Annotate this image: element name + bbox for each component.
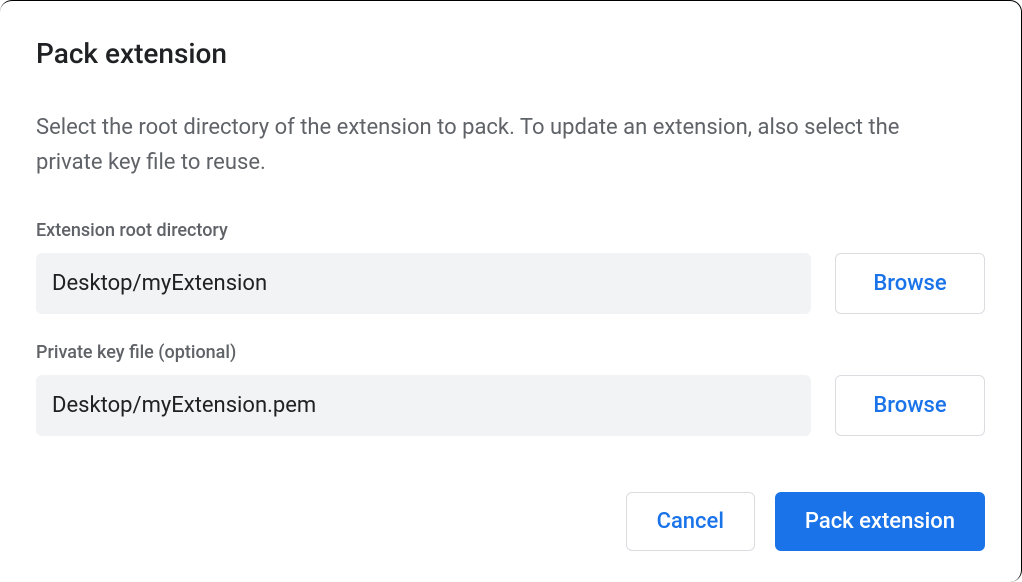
dialog-actions: Cancel Pack extension bbox=[36, 492, 985, 551]
private-key-field-group: Private key file (optional) Browse bbox=[36, 342, 985, 436]
root-directory-browse-button[interactable]: Browse bbox=[835, 253, 985, 314]
root-directory-field-group: Extension root directory Browse bbox=[36, 220, 985, 314]
private-key-label: Private key file (optional) bbox=[36, 342, 985, 363]
pack-extension-dialog: Pack extension Select the root directory… bbox=[0, 0, 1022, 582]
root-directory-label: Extension root directory bbox=[36, 220, 985, 241]
cancel-button[interactable]: Cancel bbox=[626, 492, 755, 551]
private-key-row: Browse bbox=[36, 375, 985, 436]
pack-extension-button[interactable]: Pack extension bbox=[775, 492, 985, 551]
root-directory-input[interactable] bbox=[36, 253, 811, 314]
private-key-input[interactable] bbox=[36, 375, 811, 436]
dialog-description: Select the root directory of the extensi… bbox=[36, 110, 956, 180]
root-directory-row: Browse bbox=[36, 253, 985, 314]
private-key-browse-button[interactable]: Browse bbox=[835, 375, 985, 436]
dialog-title: Pack extension bbox=[36, 37, 985, 70]
